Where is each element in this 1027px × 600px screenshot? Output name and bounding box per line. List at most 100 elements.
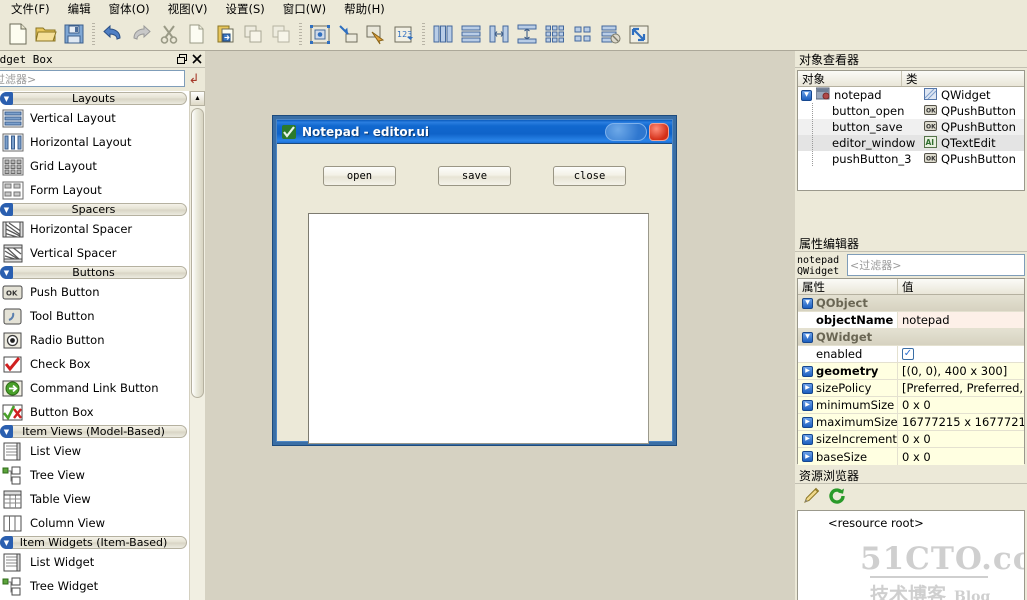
property-row-objectname[interactable]: objectName notepad	[798, 312, 1024, 329]
property-row-basesize[interactable]: ▶ baseSize 0 x 0	[798, 448, 1024, 465]
table-row-selected[interactable]: editor_window AI QTextEdit	[798, 135, 1024, 151]
reload-refresh-icon[interactable]	[827, 486, 847, 509]
property-value[interactable]: [Preferred, Preferred, 0, 0	[898, 380, 1024, 396]
widget-item-check-box[interactable]: Check Box	[0, 352, 189, 376]
widget-category-buttons[interactable]: ▼ Buttons	[0, 266, 187, 279]
widget-filter-input[interactable]: 过滤器>	[0, 70, 185, 87]
chevron-right-icon[interactable]: ▶	[802, 416, 813, 428]
copy-icon[interactable]	[184, 21, 210, 47]
menu-settings[interactable]: 设置(S)	[216, 0, 273, 18]
widget-item-tree-view[interactable]: Tree View	[0, 463, 189, 487]
button-save[interactable]: save	[438, 166, 511, 186]
button-open[interactable]: open	[323, 166, 396, 186]
menu-file[interactable]: 文件(F)	[2, 0, 59, 18]
scrollbar-thumb[interactable]	[191, 108, 204, 398]
menu-form[interactable]: 窗体(O)	[100, 0, 159, 18]
layout-splitter-h-icon[interactable]	[486, 21, 512, 47]
layout-splitter-v-icon[interactable]	[514, 21, 540, 47]
property-group-qobject[interactable]: ▼ QObject	[798, 295, 1024, 312]
chevron-down-icon[interactable]: ▼	[802, 297, 813, 309]
layout-horizontal-icon[interactable]	[430, 21, 456, 47]
chevron-right-icon[interactable]: ▶	[802, 399, 813, 411]
widget-category-item-widgets[interactable]: ▼ Item Widgets (Item-Based)	[0, 536, 187, 549]
widget-item-list-view[interactable]: List View	[0, 439, 189, 463]
column-property[interactable]: 属性	[798, 279, 898, 294]
layout-form-icon[interactable]	[570, 21, 596, 47]
widget-item-horizontal-spacer[interactable]: Horizontal Spacer	[0, 217, 189, 241]
form-window-titlebar[interactable]: Notepad - editor.ui	[277, 120, 672, 144]
minimize-maximize-button[interactable]	[605, 122, 647, 141]
duplicate-icon[interactable]	[240, 21, 266, 47]
object-inspector[interactable]: 对象 类 ▼ notepad QWidget button_open OK QP…	[797, 70, 1025, 191]
restore-icon[interactable]	[175, 53, 188, 66]
cut-icon[interactable]	[156, 21, 182, 47]
chevron-down-icon[interactable]: ▼	[802, 331, 813, 343]
reset-arrow-icon[interactable]: ↲	[185, 72, 203, 85]
widget-item-list-widget[interactable]: List Widget	[0, 550, 189, 574]
form-canvas[interactable]: Notepad - editor.ui open save close	[205, 51, 795, 600]
layout-grid-icon[interactable]	[542, 21, 568, 47]
form-window[interactable]: Notepad - editor.ui open save close	[272, 115, 677, 446]
widget-category-spacers[interactable]: ▼ Spacers	[0, 203, 187, 216]
property-row-enabled[interactable]: enabled ✓	[798, 346, 1024, 363]
form-window-body[interactable]: open save close	[277, 144, 672, 444]
widget-item-tree-widget[interactable]: Tree Widget	[0, 574, 189, 598]
table-row[interactable]: button_open OK QPushButton	[798, 103, 1024, 119]
chevron-right-icon[interactable]: ▶	[802, 451, 813, 462]
widget-box-list[interactable]: ▼ Layouts Vertical Layout Horizontal Lay…	[0, 91, 205, 600]
redo-icon[interactable]	[128, 21, 154, 47]
property-value[interactable]: 16777215 x 16777215	[898, 414, 1024, 430]
layout-vertical-icon[interactable]	[458, 21, 484, 47]
undo-icon[interactable]	[100, 21, 126, 47]
widget-item-button-box[interactable]: Button Box	[0, 400, 189, 424]
menu-view[interactable]: 视图(V)	[159, 0, 217, 18]
edit-signals-icon[interactable]	[335, 21, 361, 47]
table-row[interactable]: ▼ notepad QWidget	[798, 87, 1024, 103]
edit-buddies-icon[interactable]	[363, 21, 389, 47]
chevron-right-icon[interactable]: ▶	[802, 433, 813, 445]
column-class[interactable]: 类	[902, 71, 1024, 86]
property-value[interactable]: 0 x 0	[898, 448, 1024, 465]
close-icon[interactable]	[190, 53, 203, 66]
scroll-up-icon[interactable]: ▲	[190, 91, 205, 106]
checkbox-checked-icon[interactable]: ✓	[902, 348, 914, 360]
property-row-maximumsize[interactable]: ▶ maximumSize 16777215 x 16777215	[798, 414, 1024, 431]
widget-item-table-view[interactable]: Table View	[0, 487, 189, 511]
chevron-right-icon[interactable]: ▶	[802, 365, 813, 377]
button-close[interactable]: close	[553, 166, 626, 186]
edit-tab-order-icon[interactable]: 123	[391, 21, 417, 47]
menu-edit[interactable]: 编辑	[59, 0, 100, 18]
paste-icon[interactable]	[212, 21, 238, 47]
property-value[interactable]: notepad	[898, 312, 1024, 328]
open-folder-icon[interactable]	[33, 21, 59, 47]
table-row[interactable]: button_save OK QPushButton	[798, 119, 1024, 135]
resource-browser-tree[interactable]: <resource root> 51CTO.com 技术博客 Blog	[797, 510, 1025, 600]
widget-item-tool-button[interactable]: Tool Button	[0, 304, 189, 328]
column-object[interactable]: 对象	[798, 71, 902, 86]
widget-category-item-views[interactable]: ▼ Item Views (Model-Based)	[0, 425, 187, 438]
chevron-right-icon[interactable]: ▶	[802, 382, 813, 394]
menu-help[interactable]: 帮助(H)	[335, 0, 394, 18]
widget-item-push-button[interactable]: OK Push Button	[0, 280, 189, 304]
property-filter-input[interactable]: <过滤器>	[847, 254, 1025, 276]
widget-item-vertical-layout[interactable]: Vertical Layout	[0, 106, 189, 130]
chevron-down-icon[interactable]: ▼	[801, 89, 812, 101]
widget-item-vertical-spacer[interactable]: Vertical Spacer	[0, 241, 189, 265]
property-group-qwidget[interactable]: ▼ QWidget	[798, 329, 1024, 346]
table-row[interactable]: pushButton_3 OK QPushButton	[798, 151, 1024, 167]
resource-root-item[interactable]: <resource root>	[798, 511, 1024, 530]
widget-item-form-layout[interactable]: Form Layout	[0, 178, 189, 202]
property-value[interactable]: 0 x 0	[898, 397, 1024, 413]
property-value[interactable]: [(0, 0), 400 x 300]	[898, 363, 1024, 379]
delete-icon[interactable]	[268, 21, 294, 47]
column-value[interactable]: 值	[898, 279, 1024, 294]
property-row-geometry[interactable]: ▶ geometry [(0, 0), 400 x 300]	[798, 363, 1024, 380]
break-layout-icon[interactable]	[598, 21, 624, 47]
edit-widgets-icon[interactable]	[307, 21, 333, 47]
widget-item-radio-button[interactable]: Radio Button	[0, 328, 189, 352]
editor-window-textedit[interactable]	[308, 213, 649, 444]
property-value[interactable]: 0 x 0	[898, 431, 1024, 447]
property-row-sizeincrement[interactable]: ▶ sizeIncrement 0 x 0	[798, 431, 1024, 448]
save-icon[interactable]	[61, 21, 87, 47]
menu-window[interactable]: 窗口(W)	[274, 0, 335, 18]
